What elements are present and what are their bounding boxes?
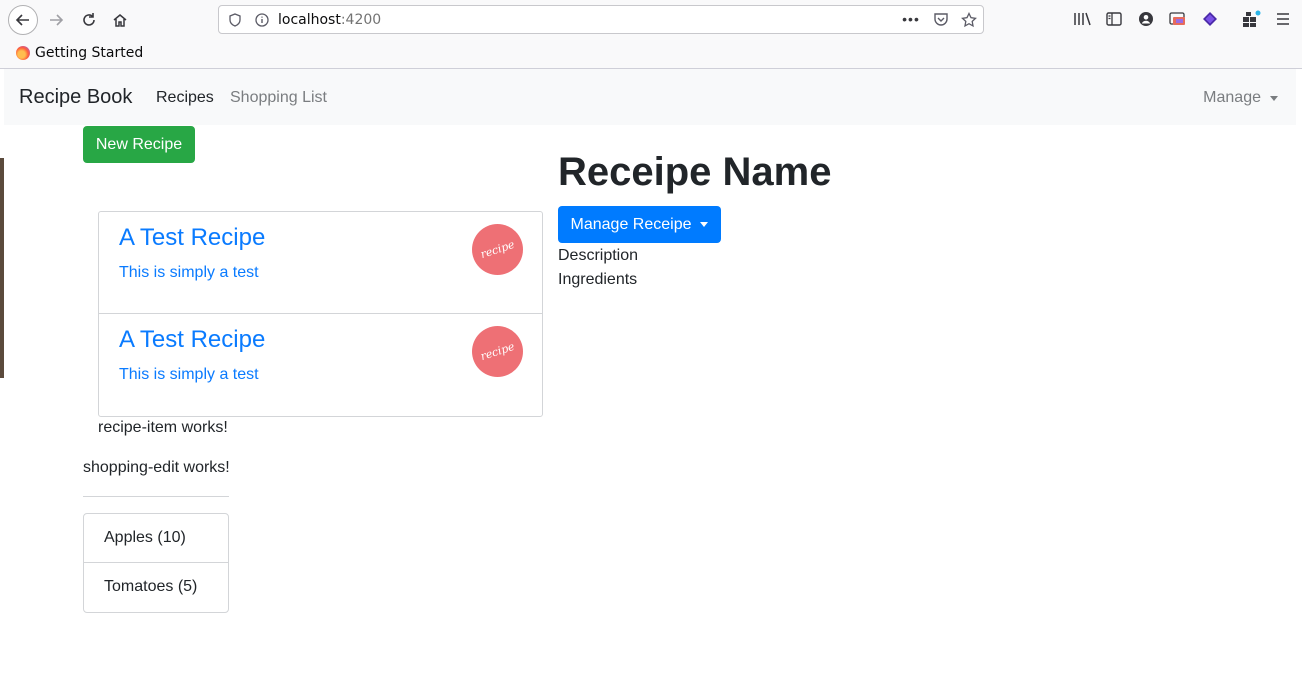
screenshot-icon[interactable] bbox=[1168, 9, 1188, 29]
back-button[interactable] bbox=[8, 5, 38, 35]
new-recipe-button[interactable]: New Recipe bbox=[83, 126, 195, 163]
forward-button[interactable] bbox=[42, 6, 70, 34]
recipe-list: A Test Recipe This is simply a test reci… bbox=[98, 211, 543, 417]
extension-icon[interactable] bbox=[1200, 9, 1220, 29]
pocket-icon[interactable] bbox=[933, 12, 949, 28]
app-navbar: Recipe Book Recipes Shopping List Manage bbox=[4, 69, 1296, 125]
bookmark-label: Getting Started bbox=[35, 45, 144, 61]
recipe-image-label: recipe bbox=[478, 237, 517, 262]
recipe-image: recipe bbox=[472, 224, 523, 275]
recipe-image-label: recipe bbox=[478, 339, 517, 364]
hamburger-menu-icon[interactable] bbox=[1273, 9, 1293, 29]
info-icon[interactable] bbox=[254, 12, 270, 28]
url-text[interactable]: localhost:4200 bbox=[278, 12, 381, 28]
shopping-list-item[interactable]: Apples (10) bbox=[84, 514, 228, 563]
browser-toolbar: localhost:4200 ••• Getting Started bbox=[0, 0, 1302, 69]
caret-down-icon bbox=[1270, 95, 1278, 101]
star-icon[interactable] bbox=[961, 12, 977, 28]
url-port: :4200 bbox=[340, 12, 382, 28]
nav-link-recipes[interactable]: Recipes bbox=[156, 89, 214, 107]
url-host: localhost bbox=[278, 12, 341, 28]
divider bbox=[83, 496, 229, 497]
sidebar-icon[interactable] bbox=[1104, 9, 1124, 29]
ingredients-label: Ingredients bbox=[558, 271, 638, 288]
recipe-title: A Test Recipe bbox=[119, 224, 266, 251]
more-actions-icon[interactable]: ••• bbox=[902, 11, 919, 27]
brand-link[interactable]: Recipe Book bbox=[19, 86, 132, 109]
reload-icon bbox=[83, 13, 95, 26]
nav-link-shopping-list[interactable]: Shopping List bbox=[230, 89, 327, 107]
home-icon bbox=[113, 14, 127, 27]
manage-dropdown[interactable]: Manage bbox=[1203, 89, 1278, 107]
extensions-gift-icon[interactable] bbox=[1241, 9, 1261, 29]
background-window-edge bbox=[0, 158, 4, 378]
bookmark-getting-started[interactable]: Getting Started bbox=[16, 45, 143, 61]
recipe-list-item[interactable]: A Test Recipe This is simply a test reci… bbox=[99, 212, 542, 314]
shopping-edit-works-text: shopping-edit works! bbox=[83, 459, 230, 476]
shield-icon[interactable] bbox=[227, 12, 243, 28]
arrow-left-icon bbox=[15, 14, 29, 26]
reload-button[interactable] bbox=[75, 6, 103, 34]
recipe-title: A Test Recipe bbox=[119, 326, 266, 353]
caret-down-icon bbox=[700, 222, 709, 227]
recipe-image: recipe bbox=[472, 326, 523, 377]
recipe-list-item[interactable]: A Test Recipe This is simply a test reci… bbox=[99, 314, 542, 416]
recipe-description: This is simply a test bbox=[119, 366, 259, 383]
shopping-list: Apples (10) Tomatoes (5) bbox=[83, 513, 229, 613]
description-label: Description bbox=[558, 247, 639, 264]
manage-label: Manage bbox=[1203, 89, 1261, 106]
recipe-detail-title: Receipe Name bbox=[558, 150, 832, 194]
arrow-right-icon bbox=[50, 14, 64, 26]
shopping-list-item[interactable]: Tomatoes (5) bbox=[84, 563, 228, 612]
firefox-icon bbox=[16, 46, 30, 60]
account-icon[interactable] bbox=[1136, 9, 1156, 29]
home-button[interactable] bbox=[106, 6, 134, 34]
recipe-item-works-text: recipe-item works! bbox=[98, 419, 228, 436]
library-icon[interactable] bbox=[1072, 9, 1092, 29]
manage-recipe-label: Manage Receipe bbox=[570, 215, 692, 233]
url-bar[interactable]: localhost:4200 ••• bbox=[218, 5, 984, 34]
manage-recipe-dropdown-button[interactable]: Manage Receipe bbox=[558, 206, 721, 243]
recipe-description: This is simply a test bbox=[119, 264, 259, 281]
